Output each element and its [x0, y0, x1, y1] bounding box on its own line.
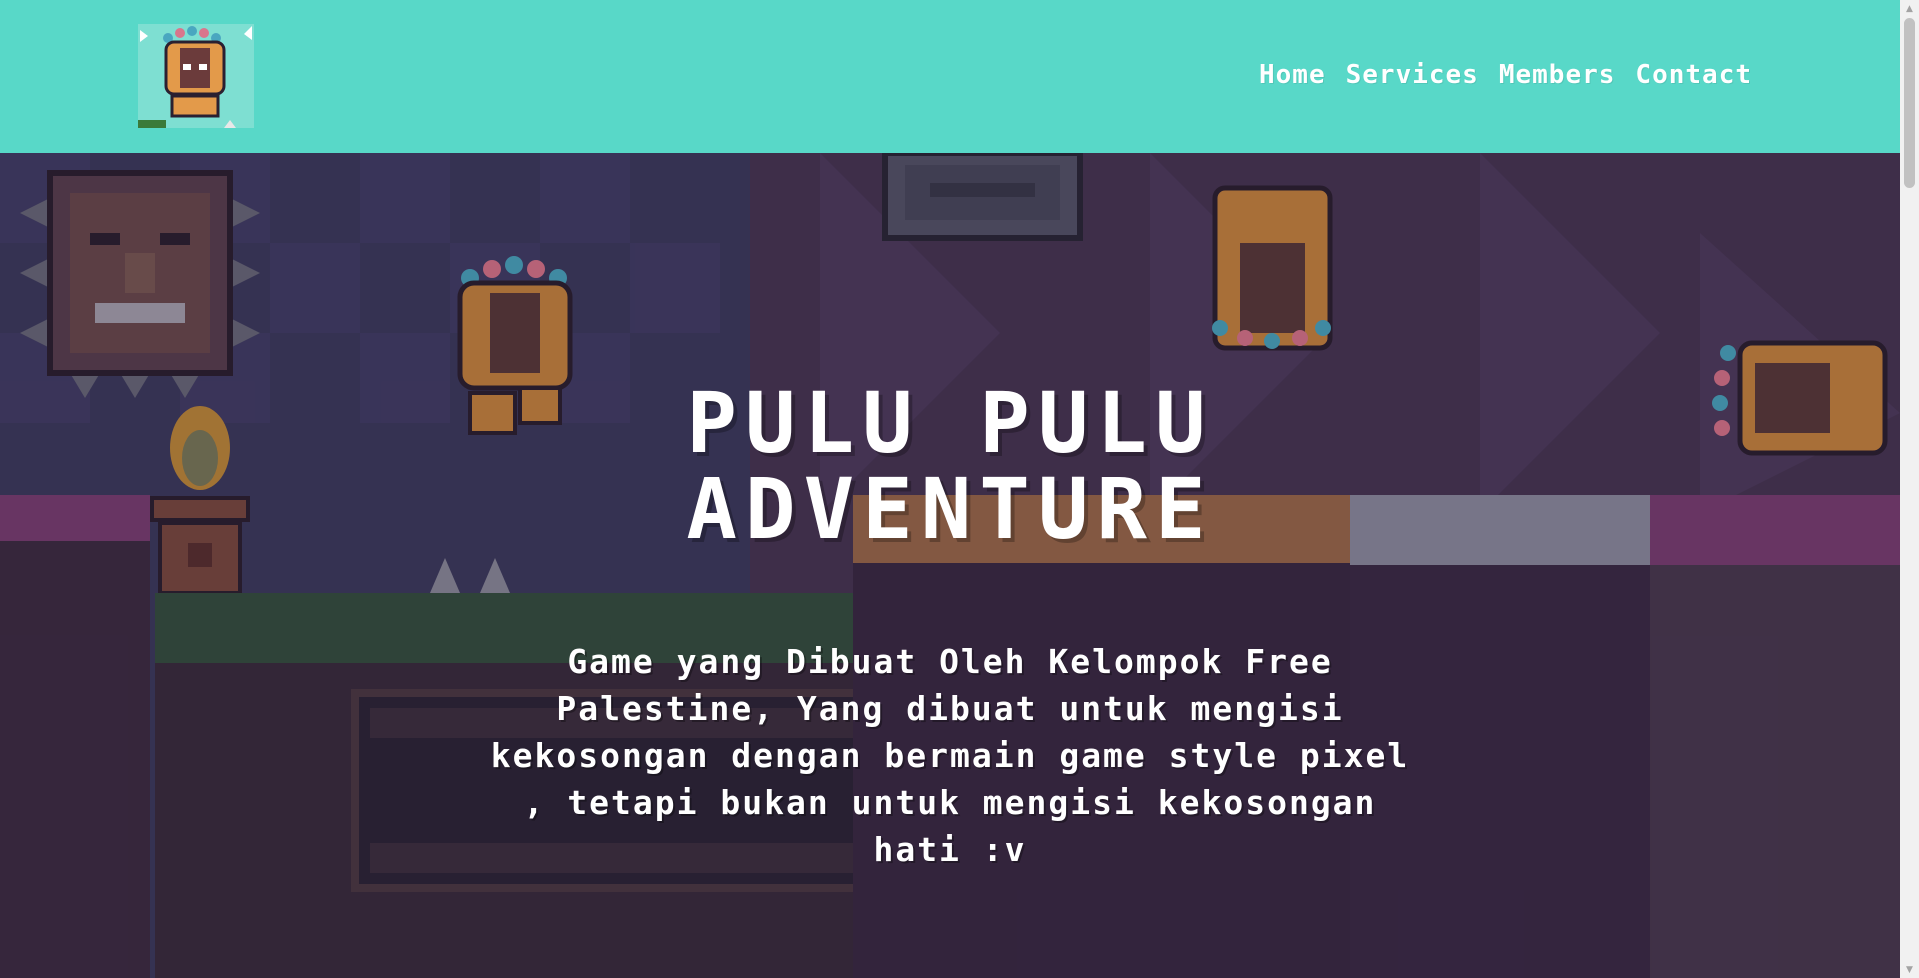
page: Home Services Members Contact PULU PULU …	[0, 0, 1919, 978]
tiki-mask-character-logo-icon[interactable]	[138, 24, 254, 128]
main-nav: Home Services Members Contact	[1259, 60, 1752, 90]
scrollbar-thumb[interactable]	[1904, 18, 1915, 188]
site-header: Home Services Members Contact	[0, 0, 1900, 153]
nav-services-link[interactable]: Services	[1346, 60, 1479, 90]
hero-description: Game yang Dibuat Oleh Kelompok Free Pale…	[490, 642, 1410, 869]
scroll-down-arrow-icon[interactable]: ▼	[1900, 961, 1919, 978]
page-scrollbar[interactable]: ▲ ▼	[1900, 0, 1919, 978]
nav-contact-link[interactable]: Contact	[1635, 60, 1752, 90]
hero-section: PULU PULU ADVENTURE Game yang Dibuat Ole…	[0, 380, 1900, 873]
hero-title: PULU PULU ADVENTURE	[686, 374, 1214, 558]
scroll-up-arrow-icon[interactable]: ▲	[1900, 0, 1919, 17]
nav-members-link[interactable]: Members	[1499, 60, 1616, 90]
nav-home-link[interactable]: Home	[1259, 60, 1326, 90]
